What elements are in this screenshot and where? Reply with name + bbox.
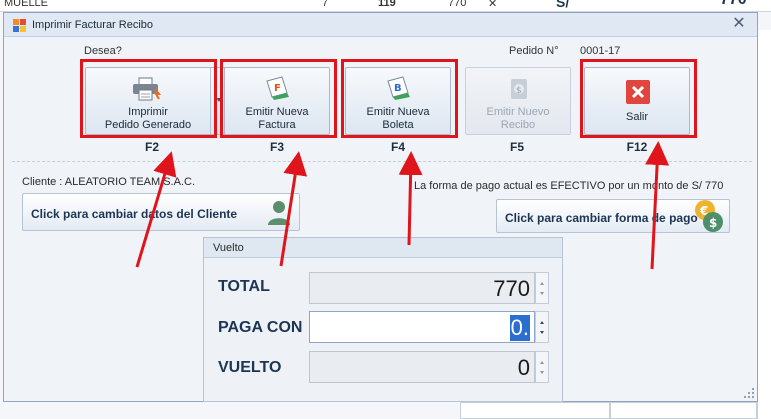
annotation-arrows [135,141,670,270]
arrow-to-boleta [398,151,423,246]
arrow-to-imprimir [135,151,177,268]
arrow-to-factura [279,151,308,267]
arrow-to-salir [645,141,670,270]
